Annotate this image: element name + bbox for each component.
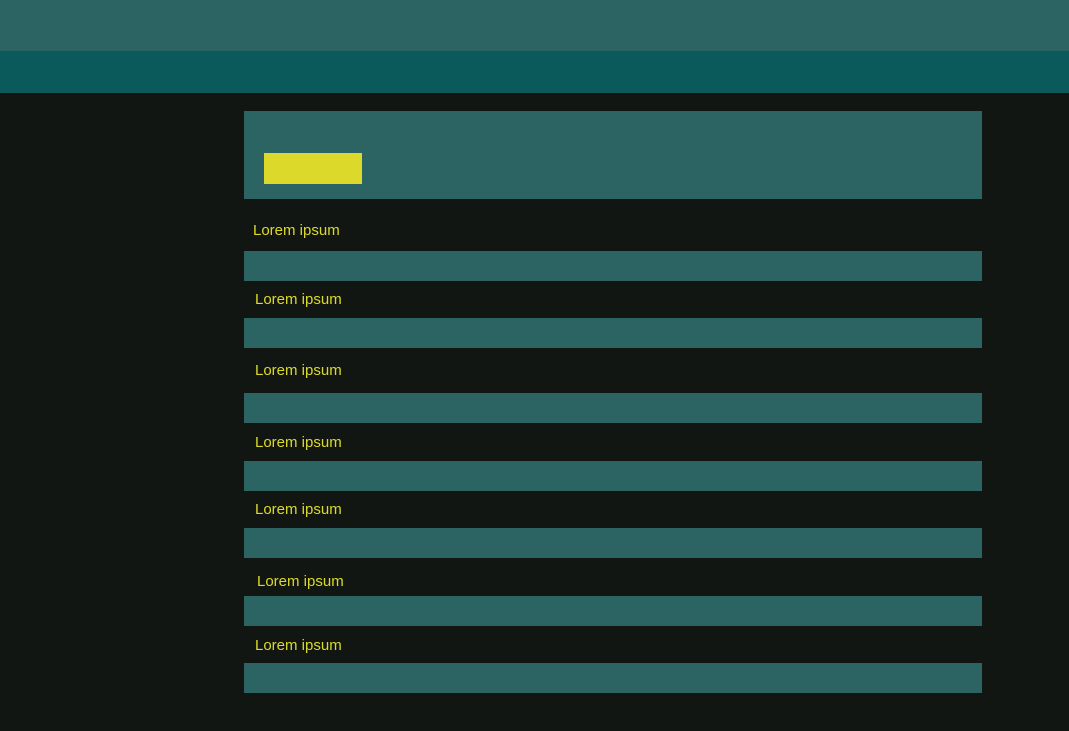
- navigation-bar: [0, 51, 1069, 93]
- section-field-4[interactable]: [244, 461, 982, 491]
- section-field-3[interactable]: [244, 393, 982, 423]
- section-label-1: Lorem ipsum: [253, 222, 340, 239]
- section-label-4: Lorem ipsum: [255, 434, 342, 451]
- hero-panel: [244, 111, 982, 199]
- section-field-6[interactable]: [244, 596, 982, 626]
- section-label-6: Lorem ipsum: [257, 573, 344, 590]
- section-label-3: Lorem ipsum: [255, 362, 342, 379]
- page: Lorem ipsum Lorem ipsum Lorem ipsum Lore…: [0, 0, 1069, 731]
- section-label-5: Lorem ipsum: [255, 501, 342, 518]
- section-field-7[interactable]: [244, 663, 982, 693]
- section-label-2: Lorem ipsum: [255, 291, 342, 308]
- section-field-1[interactable]: [244, 251, 982, 281]
- section-field-2[interactable]: [244, 318, 982, 348]
- hero-action-button[interactable]: [264, 153, 362, 184]
- section-field-5[interactable]: [244, 528, 982, 558]
- section-label-7: Lorem ipsum: [255, 637, 342, 654]
- top-header-bar: [0, 0, 1069, 51]
